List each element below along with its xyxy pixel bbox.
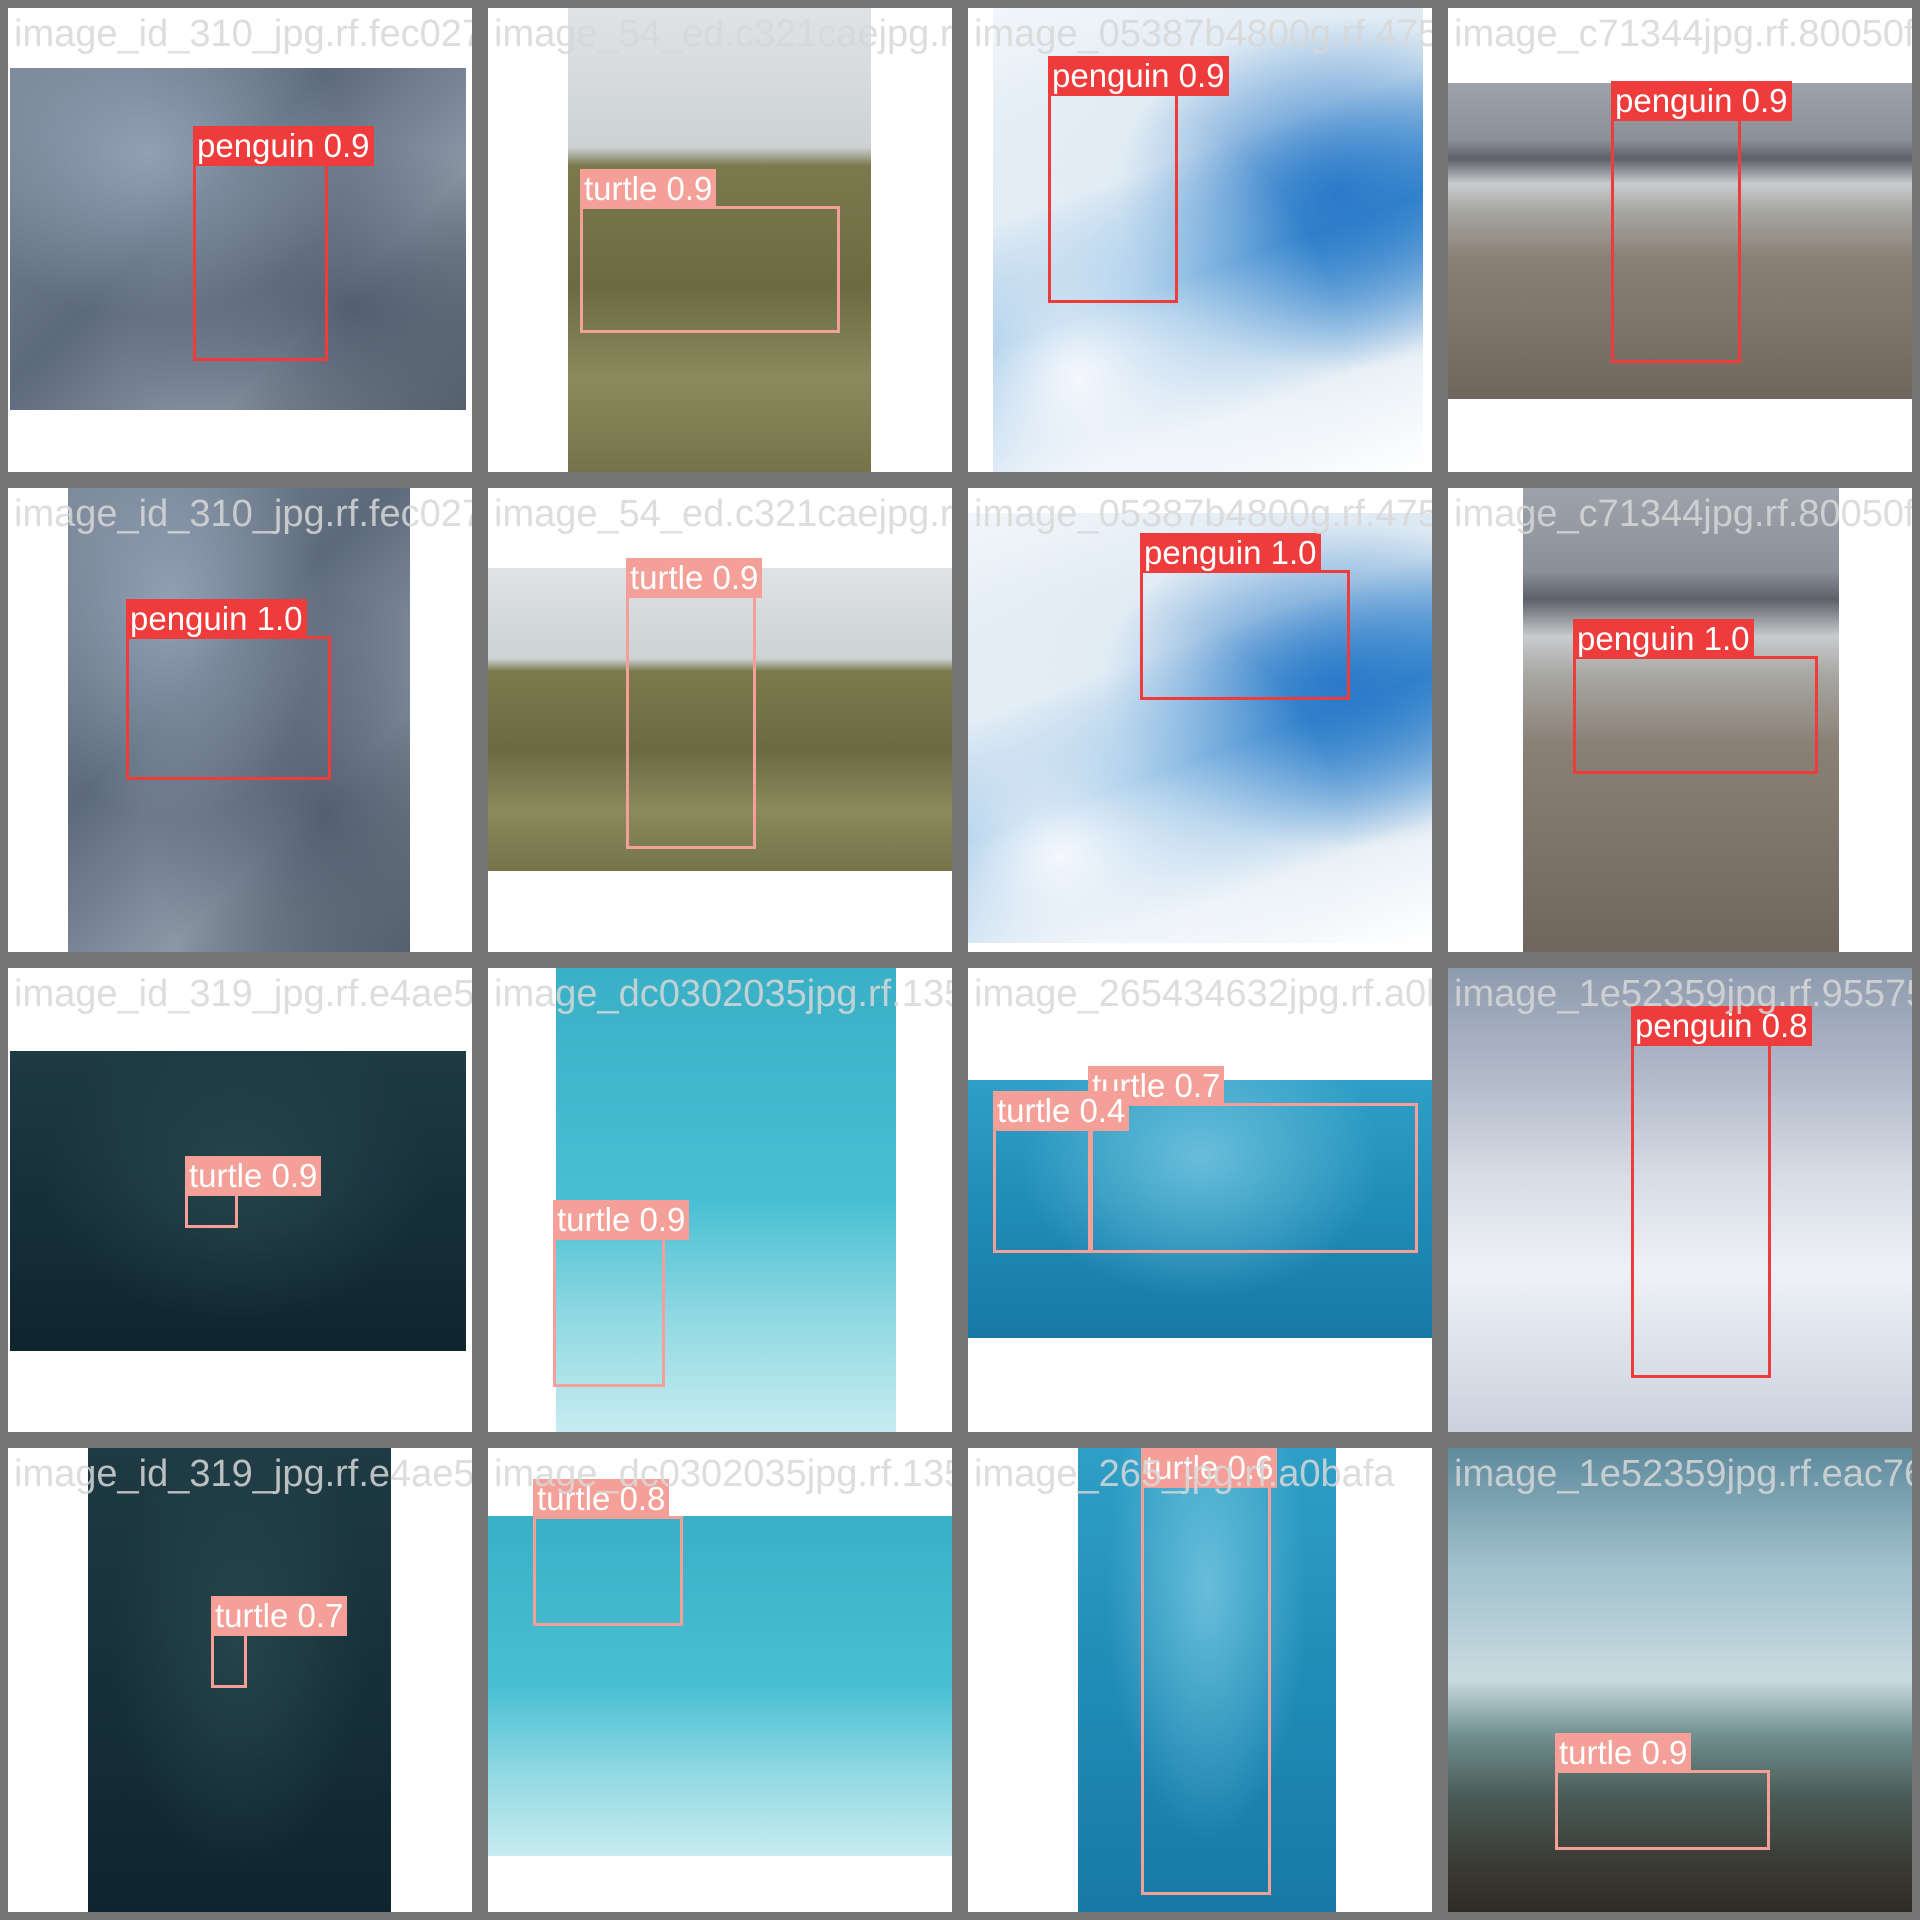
tile-filename: image_dc0302035jpg.rf.135466849752 (494, 973, 960, 1015)
detection-box-turtle: turtle 0.9 (185, 1156, 322, 1228)
tile-filename: image_05387b4800g.rf.475797 (974, 13, 1439, 55)
detection-box-turtle: turtle 0.7 (211, 1596, 348, 1688)
mosaic-tile: image_54_ed.c321caejpg.rf.128ae5 turtle … (480, 0, 960, 480)
tile-filename: image_dc0302035jpg.rf.135466849752 (494, 1453, 960, 1495)
detection-label: turtle 0.7 (211, 1596, 348, 1636)
mosaic-tile: image_id_310_jpg.rf.fec02734f8a5f4ec421a… (0, 0, 480, 480)
mosaic-tile: image_dc0302035jpg.rf.135466849752 turtl… (480, 1440, 960, 1920)
detection-box-turtle: turtle 0.4 (993, 1091, 1130, 1253)
detection-label: turtle 0.9 (626, 558, 763, 598)
detection-box-penguin: penguin 0.9 (1048, 56, 1229, 303)
tile-filename: image_05387b4800g.rf.475797 (974, 493, 1439, 535)
detection-label: penguin 1.0 (1140, 533, 1321, 573)
tile-filename: image_265_jpg.rf.a0bafa (974, 1453, 1395, 1495)
detection-label: penguin 1.0 (126, 599, 307, 639)
detection-box-penguin: penguin 1.0 (126, 599, 331, 780)
mosaic-tile: image_dc0302035jpg.rf.135466849752 turtl… (480, 960, 960, 1440)
mosaic-tile: image_id_319_jpg.rf.e4ae5404aa8dc0302035… (0, 1440, 480, 1920)
detection-box-turtle: turtle 0.9 (553, 1200, 690, 1387)
mosaic-tile: image_id_319_jpg.rf.e4ae5404aa8dc0302035… (0, 960, 480, 1440)
detection-box-turtle: turtle 0.9 (1555, 1733, 1770, 1850)
tile-filename: image_id_319_jpg.rf.e4ae5404aa8dc0302035 (14, 973, 475, 1015)
mosaic-tile: image_1e52359jpg.rf.955758 penguin 0.8 (1440, 960, 1920, 1440)
tile-filename: image_1e52359jpg.rf.eac76f (1454, 1453, 1920, 1495)
mosaic-tile: image_265_jpg.rf.a0bafa turtle 0.6 (960, 1440, 1440, 1920)
detection-mosaic: image_id_310_jpg.rf.fec02734f8a5f4ec421a… (0, 0, 1920, 1920)
detection-box-turtle: turtle 0.9 (626, 558, 763, 849)
detection-box-turtle: turtle 0.6 (1141, 1448, 1278, 1895)
detection-box-turtle: turtle 0.8 (533, 1479, 683, 1626)
detection-label: penguin 0.9 (193, 126, 374, 166)
tile-filename: image_c71344jpg.rf.80050f (1454, 493, 1915, 535)
detection-box-penguin: penguin 0.9 (193, 126, 374, 361)
mosaic-tile: image_id_310_jpg.rf.fec02734f8a5f4ec421a… (0, 480, 480, 960)
tile-filename: image_id_310_jpg.rf.fec02734f8a5f4ec421a (14, 493, 472, 535)
detection-label: turtle 0.9 (185, 1156, 322, 1196)
detection-label: turtle 0.9 (553, 1200, 690, 1240)
tile-filename: image_c71344jpg.rf.80050f (1454, 13, 1915, 55)
photo-deep-water-turtle (10, 1051, 466, 1351)
detection-box-turtle: turtle 0.9 (580, 169, 840, 333)
mosaic-tile: image_c71344jpg.rf.80050f penguin 1.0 (1440, 480, 1920, 960)
detection-label: turtle 0.9 (580, 169, 717, 209)
detection-label: turtle 0.4 (993, 1091, 1130, 1131)
mosaic-tile: image_c71344jpg.rf.80050f penguin 0.9 (1440, 0, 1920, 480)
mosaic-tile: image_54_ed.c321caejpg.rf.128ae5 turtle … (480, 480, 960, 960)
mosaic-tile: image_05387b4800g.rf.475797 penguin 0.9 (960, 0, 1440, 480)
tile-filename: image_1e52359jpg.rf.955758 (1454, 973, 1920, 1015)
tile-filename: image_265434632jpg.rf.a0bafa (974, 973, 1432, 1015)
tile-filename: image_id_319_jpg.rf.e4ae5404aa8dc0302035 (14, 1453, 475, 1495)
detection-box-turtle: turtle 0.7 (1088, 1066, 1418, 1253)
mosaic-tile: image_265434632jpg.rf.a0bafa turtle 0.7 … (960, 960, 1440, 1440)
detection-box-penguin: penguin 0.9 (1611, 81, 1792, 363)
tile-filename: image_54_ed.c321caejpg.rf.128ae5 (494, 493, 953, 535)
detection-box-penguin: penguin 1.0 (1573, 619, 1818, 774)
detection-box-penguin: penguin 1.0 (1140, 533, 1350, 700)
detection-box-penguin: penguin 0.8 (1631, 1006, 1812, 1378)
detection-label: penguin 0.9 (1611, 81, 1792, 121)
detection-label: penguin 1.0 (1573, 619, 1754, 659)
detection-label: turtle 0.9 (1555, 1733, 1692, 1773)
tile-filename: image_54_ed.c321caejpg.rf.128ae5 (494, 13, 953, 55)
detection-label: penguin 0.9 (1048, 56, 1229, 96)
tile-filename: image_id_310_jpg.rf.fec02734f8a5f4ec421a (14, 13, 472, 55)
mosaic-tile: image_05387b4800g.rf.475797 penguin 1.0 (960, 480, 1440, 960)
mosaic-tile: image_1e52359jpg.rf.eac76f turtle 0.9 (1440, 1440, 1920, 1920)
